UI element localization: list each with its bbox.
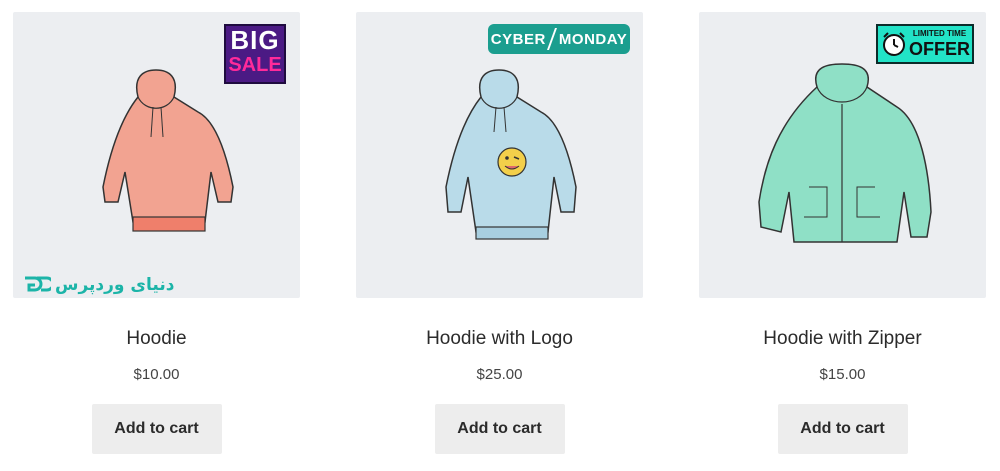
badge-line-1: LIMITED TIME xyxy=(912,29,967,38)
wordpress-fa-logo-icon xyxy=(25,276,51,292)
add-to-cart-button[interactable]: Add to cart xyxy=(91,404,222,454)
limited-time-offer-badge: LIMITED TIME OFFER xyxy=(876,24,974,64)
product-title[interactable]: Hoodie with Zipper xyxy=(699,327,986,351)
badge-line-2: SALE xyxy=(228,54,282,76)
badge-divider xyxy=(547,28,558,50)
badge-right-text: MONDAY xyxy=(558,30,628,48)
add-to-cart-button[interactable]: Add to cart xyxy=(777,404,908,454)
product-card-hoodie-with-zipper: LIMITED TIME OFFER Hoodie with Zipper $1… xyxy=(699,12,986,457)
badge-line-1: BIG xyxy=(230,25,280,55)
hoodie-illustration xyxy=(445,69,577,240)
alarm-clock-icon xyxy=(883,32,905,56)
badge-text: LIMITED TIME OFFER xyxy=(907,29,972,59)
product-image-hoodie[interactable]: BIG SALE دنیای وردپرس xyxy=(13,12,300,298)
product-image-hoodie-with-logo[interactable]: CYBER MONDAY xyxy=(356,12,643,298)
product-price: $10.00 xyxy=(133,366,180,383)
watermark: دنیای وردپرس xyxy=(23,272,174,298)
cyber-monday-badge: CYBER MONDAY xyxy=(488,24,630,54)
product-image-hoodie-with-zipper[interactable]: LIMITED TIME OFFER xyxy=(699,12,986,298)
product-price: $25.00 xyxy=(476,366,523,383)
product-price: $15.00 xyxy=(819,366,866,383)
badge-left-text: CYBER xyxy=(490,30,546,48)
product-card-hoodie: BIG SALE دنیای وردپرس Hoodie $10.00 Add … xyxy=(13,12,300,457)
product-title[interactable]: Hoodie with Logo xyxy=(356,327,643,351)
add-to-cart-button[interactable]: Add to cart xyxy=(434,404,565,454)
product-card-hoodie-with-logo: CYBER MONDAY Hoodie with Logo $25.00 Add… xyxy=(356,12,643,457)
product-title[interactable]: Hoodie xyxy=(13,327,300,351)
big-sale-badge: BIG SALE xyxy=(224,24,286,84)
watermark-text: دنیای وردپرس xyxy=(55,275,175,295)
badge-line-2: OFFER xyxy=(909,39,970,59)
